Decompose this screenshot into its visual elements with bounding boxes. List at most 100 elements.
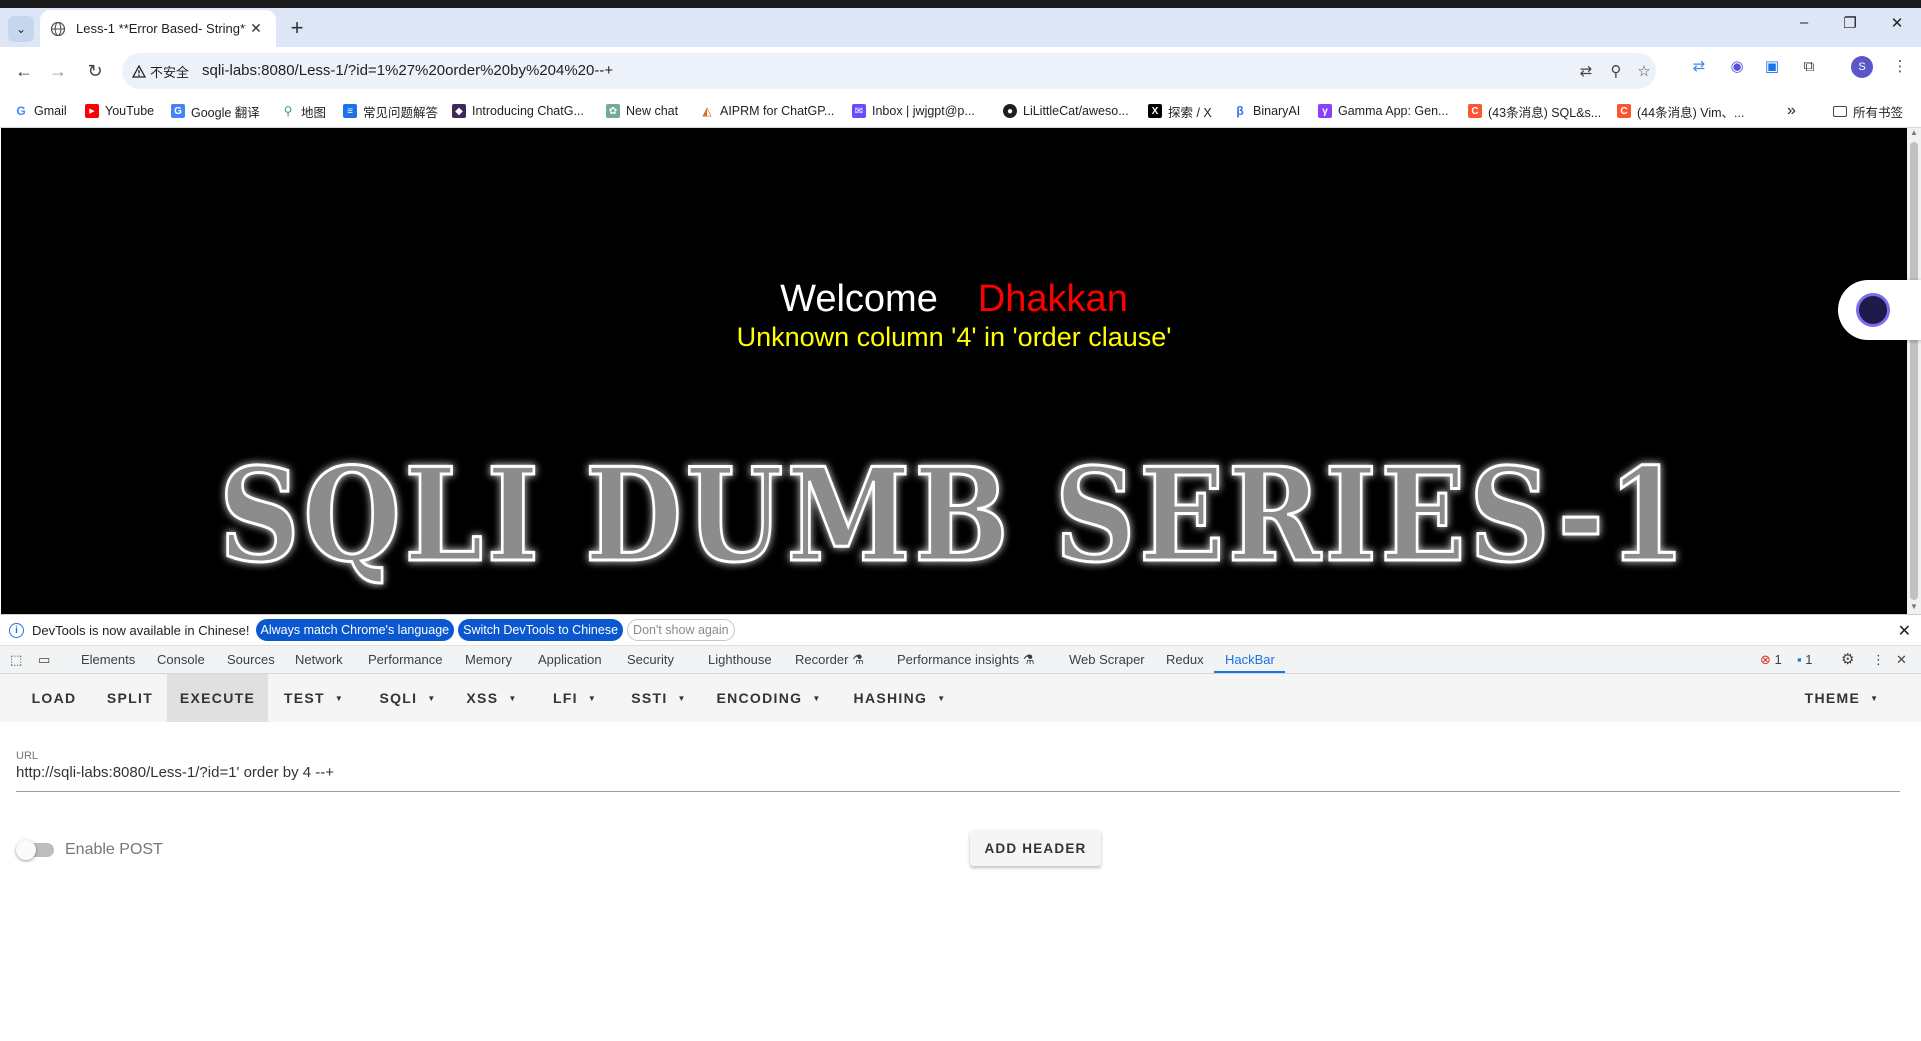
match-chrome-language-button[interactable]: Always match Chrome's language — [255, 619, 455, 641]
csdn-icon: C — [1617, 104, 1631, 118]
all-bookmarks-button[interactable]: 所有书签 — [1833, 102, 1903, 120]
forward-button[interactable]: → — [42, 55, 74, 87]
tab-search-button[interactable]: ⌄ — [8, 16, 34, 42]
insecure-label: 不安全 — [150, 64, 190, 80]
url-text[interactable]: sqli-labs:8080/Less-1/?id=1%27%20order%2… — [202, 62, 613, 79]
bookmark-item[interactable]: G Gmail — [14, 102, 67, 120]
tab-performance[interactable]: Performance — [368, 652, 442, 667]
translate-extension-icon[interactable]: ⇄ — [1689, 56, 1709, 76]
bookmark-item[interactable]: C (43条消息) SQL&s... — [1468, 102, 1601, 120]
close-tab-icon[interactable]: ✕ — [246, 20, 266, 37]
encoding-dropdown[interactable]: ENCODING ▼ — [712, 674, 826, 722]
title-bar: ⌄ Less-1 **Error Based- String** ✕ + – ❐… — [0, 0, 1921, 47]
monica-floating-button[interactable] — [1838, 280, 1921, 340]
caret-down-icon: ▼ — [587, 693, 598, 703]
tab-web-scraper[interactable]: Web Scraper — [1069, 652, 1145, 667]
site-info-button[interactable]: 不安全 — [132, 60, 189, 82]
bookmark-item[interactable]: β BinaryAI — [1233, 102, 1300, 120]
reload-button[interactable]: ↻ — [79, 55, 111, 87]
toggle-track[interactable] — [16, 840, 54, 860]
bookmark-item[interactable]: ≡ 常见问题解答 — [343, 102, 438, 120]
infobar-text: DevTools is now available in Chinese! — [32, 622, 250, 638]
tab-performance-insights[interactable]: Performance insights ⚗ — [897, 652, 1034, 668]
tab-recorder[interactable]: Recorder ⚗ — [795, 652, 864, 668]
tab-application[interactable]: Application — [538, 652, 602, 667]
tab-sources[interactable]: Sources — [227, 652, 275, 667]
browser-toolbar: ← → ↻ 不安全 sqli-labs:8080/Less-1/?id=1%27… — [0, 47, 1921, 94]
bookmark-item[interactable]: G Google 翻译 — [171, 102, 260, 120]
bookmark-item[interactable]: C (44条消息) Vim、... — [1617, 102, 1744, 120]
add-header-button[interactable]: ADD HEADER — [970, 830, 1101, 866]
devtools-more-icon[interactable]: ⋮ — [1872, 652, 1885, 668]
device-toolbar-icon[interactable]: ▭ — [38, 652, 50, 668]
chevron-down-icon: ⌄ — [15, 22, 27, 36]
page-scrollbar[interactable]: ▲ ▼ — [1907, 128, 1921, 614]
caret-down-icon: ▼ — [812, 693, 822, 703]
bookmark-item[interactable]: ✿ New chat — [606, 102, 678, 120]
close-infobar-icon[interactable]: ✕ — [1898, 621, 1911, 641]
back-button[interactable]: ← — [8, 55, 40, 87]
screen-extension-icon[interactable]: ▣ — [1762, 56, 1782, 76]
hashing-dropdown[interactable]: HASHING ▼ — [846, 674, 954, 722]
aiprm-icon: ◭ — [700, 104, 714, 118]
new-tab-button[interactable]: + — [284, 16, 310, 42]
url-input[interactable]: http://sqli-labs:8080/Less-1/?id=1' orde… — [16, 764, 1900, 792]
bookmarks-overflow-button[interactable]: » — [1787, 102, 1796, 120]
bookmark-item[interactable]: ◆ Introducing ChatG... — [452, 102, 584, 120]
close-devtools-icon[interactable]: ✕ — [1896, 652, 1907, 668]
message-count-badge[interactable]: ▪ 1 — [1797, 652, 1812, 667]
bookmark-item[interactable]: ⚲ 地图 — [281, 102, 326, 120]
profile-avatar[interactable]: S — [1851, 56, 1873, 78]
url-field[interactable]: URL http://sqli-labs:8080/Less-1/?id=1' … — [16, 750, 1900, 792]
monica-extension-icon[interactable]: ◉ — [1727, 56, 1747, 76]
bookmark-item[interactable]: ▶ YouTube — [85, 102, 154, 120]
page-viewport: Welcome Dhakkan Unknown column '4' in 'or… — [1, 128, 1907, 614]
tab-network[interactable]: Network — [295, 652, 343, 667]
bookmark-item[interactable]: X 探索 / X — [1148, 102, 1212, 120]
warning-icon — [132, 64, 146, 78]
sqli-dropdown[interactable]: SQLI ▼ — [370, 674, 446, 722]
ssti-dropdown[interactable]: SSTI ▼ — [622, 674, 696, 722]
close-window-button[interactable]: ✕ — [1874, 14, 1920, 44]
dont-show-again-button[interactable]: Don't show again — [627, 619, 735, 641]
bookmark-item[interactable]: ✉ Inbox | jwjgpt@p... — [852, 102, 975, 120]
bookmark-item[interactable]: γ Gamma App: Gen... — [1318, 102, 1448, 120]
xss-dropdown[interactable]: XSS ▼ — [458, 674, 526, 722]
inspect-element-icon[interactable]: ⬚ — [10, 652, 22, 668]
split-button[interactable]: SPLIT — [94, 674, 166, 722]
bookmark-item[interactable]: ◭ AIPRM for ChatGP... — [700, 102, 834, 120]
tab-console[interactable]: Console — [157, 652, 205, 667]
test-dropdown[interactable]: TEST ▼ — [276, 674, 352, 722]
scrollbar-thumb[interactable] — [1910, 142, 1918, 600]
theme-dropdown[interactable]: THEME ▼ — [1796, 674, 1888, 722]
restore-button[interactable]: ❐ — [1827, 14, 1873, 44]
tab-lighthouse[interactable]: Lighthouse — [708, 652, 772, 667]
extensions-puzzle-icon[interactable]: ⧉ — [1799, 56, 1819, 76]
sql-error-message: Unknown column '4' in 'order clause' — [736, 322, 1172, 352]
browser-tab[interactable]: Less-1 **Error Based- String** ✕ — [40, 10, 276, 47]
bookmark-item[interactable]: ● LiLittleCat/aweso... — [1003, 102, 1129, 120]
execute-button[interactable]: EXECUTE — [167, 674, 268, 722]
load-button[interactable]: LOAD — [20, 674, 88, 722]
zoom-icon[interactable]: ⚲ — [1606, 61, 1626, 81]
tab-memory[interactable]: Memory — [465, 652, 512, 667]
switch-to-chinese-button[interactable]: Switch DevTools to Chinese — [458, 619, 624, 641]
scroll-up-arrow-icon[interactable]: ▲ — [1907, 128, 1921, 140]
settings-gear-icon[interactable]: ⚙ — [1841, 650, 1854, 668]
tab-redux[interactable]: Redux — [1166, 652, 1204, 667]
enable-post-toggle[interactable]: Enable POST — [16, 840, 163, 860]
toggle-knob[interactable] — [16, 840, 36, 860]
tab-elements[interactable]: Elements — [81, 652, 135, 667]
more-menu-icon[interactable]: ⋮ — [1890, 56, 1910, 76]
error-count-badge[interactable]: ⊗ 1 — [1760, 652, 1782, 668]
tab-security[interactable]: Security — [627, 652, 674, 667]
translate-icon[interactable]: ⇄ — [1576, 61, 1596, 81]
error-count: 1 — [1774, 652, 1782, 667]
tab-hackbar[interactable]: HackBar — [1225, 652, 1275, 667]
address-bar[interactable]: 不安全 sqli-labs:8080/Less-1/?id=1%27%20ord… — [122, 53, 1656, 89]
lfi-dropdown[interactable]: LFI ▼ — [541, 674, 609, 722]
bookmark-star-icon[interactable]: ☆ — [1634, 61, 1654, 81]
scroll-down-arrow-icon[interactable]: ▼ — [1907, 602, 1921, 614]
caret-down-icon: ▼ — [508, 693, 518, 703]
minimize-button[interactable]: – — [1781, 14, 1827, 44]
